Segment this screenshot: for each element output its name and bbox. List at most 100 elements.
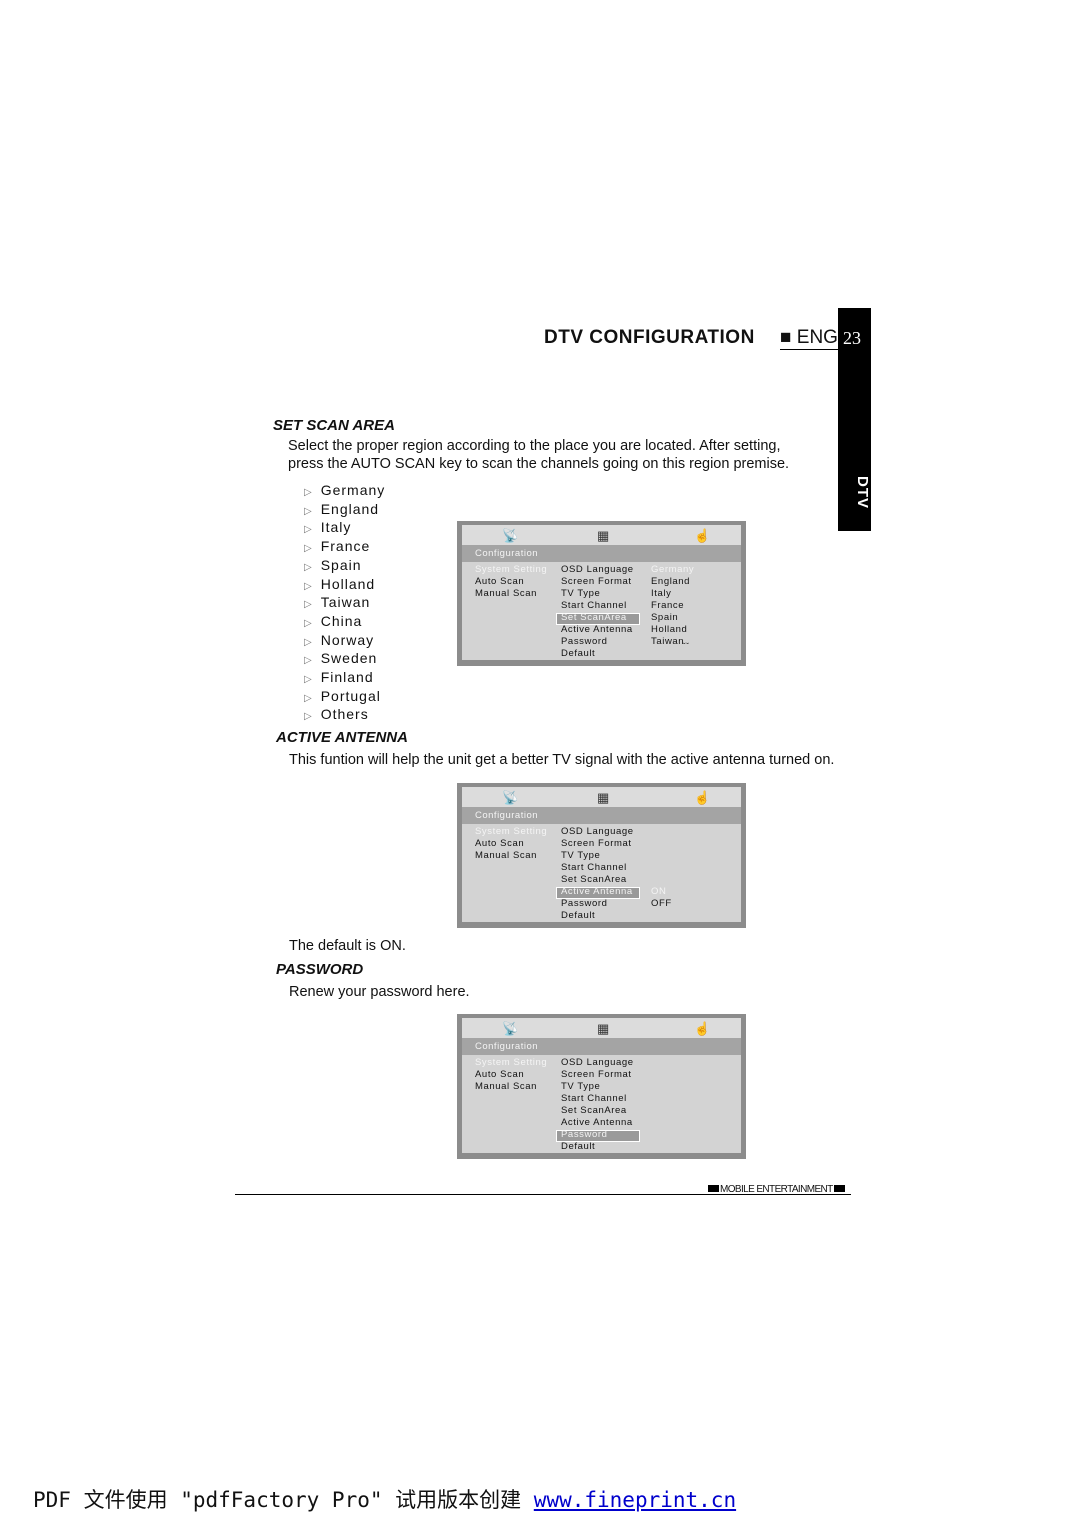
page-number: 23 [843, 328, 861, 348]
monitor-icon: ▦ [597, 1021, 610, 1036]
menu-value: OFF [651, 898, 672, 909]
triangle-bullet-icon: ▷ [304, 674, 313, 685]
menu-title-bar: Configuration [462, 1038, 741, 1055]
menu-option: Screen Format [561, 1069, 632, 1080]
menu-option: Active Antenna [561, 886, 633, 897]
menu-option: TV Type [561, 1081, 601, 1092]
brand-text: MOBILE ENTERTAINMENT [720, 1184, 833, 1195]
antenna-device-icon: 📡 [502, 790, 519, 805]
menu-title-bar: Configuration [462, 807, 741, 824]
menu-icon-bar: 📡 ▦ ☝ [462, 787, 741, 807]
paragraph: This funtion will help the unit get a be… [289, 752, 835, 768]
triangle-bullet-icon: ▷ [304, 561, 313, 573]
country-label: Italy [320, 519, 352, 536]
country-item: ▷ Taiwan [304, 594, 370, 610]
menu-option: OSD Language [561, 826, 634, 837]
menu-option: Default [561, 1141, 596, 1152]
country-item: ▷ Italy [304, 519, 351, 535]
menu-option: Set ScanArea [561, 612, 627, 623]
triangle-bullet-icon: ▷ [304, 655, 313, 667]
menu-value: Germany [651, 564, 695, 575]
country-label: Taiwan [320, 594, 371, 611]
menu-value: Spain [651, 612, 679, 623]
menu-title: Configuration [475, 1041, 539, 1052]
osd-menu-screenshot: 📡 ▦ ☝ Configuration System Setting Auto Scan M… [457, 1014, 746, 1159]
country-item: ▷ Others [304, 706, 369, 722]
osd-menu-screenshot: 📡 ▦ ☝ Configuration System Setting Auto Scan M… [457, 783, 746, 928]
triangle-bullet-icon: ▷ [304, 617, 313, 629]
menu-option: Start Channel [561, 600, 627, 611]
antenna-device-icon: 📡 [502, 528, 519, 543]
triangle-bullet-icon: ▷ [304, 711, 313, 723]
country-label: France [320, 538, 371, 555]
country-label: Holland [320, 575, 376, 592]
triangle-bullet-icon: ▷ [304, 543, 313, 555]
menu-category: Auto Scan [475, 838, 525, 849]
menu-value: France [651, 600, 685, 611]
menu-title: Configuration [475, 548, 539, 559]
language-label: ■ ENG [780, 327, 840, 350]
triangle-bullet-icon: ▷ [304, 636, 313, 648]
country-item: ▷ Finland [304, 669, 374, 685]
menu-value: Holland [651, 624, 688, 635]
paragraph: Select the proper region according to th… [288, 438, 781, 454]
menu-value: England [651, 576, 691, 587]
menu-option: Password [561, 898, 608, 909]
monitor-icon: ▦ [597, 790, 610, 805]
menu-category: Manual Scan [475, 1081, 538, 1092]
menu-icon-bar: 📡 ▦ ☝ [462, 1018, 741, 1038]
country-label: Others [320, 706, 369, 723]
watermark-text: PDF 文件使用 "pdfFactory Pro" 试用版本创建 [33, 1488, 534, 1512]
country-label: Portugal [320, 687, 381, 704]
country-item: ▷ England [304, 501, 379, 517]
country-item: ▷ France [304, 538, 370, 554]
menu-option: Active Antenna [561, 1117, 633, 1128]
triangle-bullet-icon: ▷ [304, 599, 313, 611]
triangle-bullet-icon: ▷ [304, 505, 313, 517]
triangle-bullet-icon: ▷ [304, 580, 313, 592]
osd-menu-screenshot: 📡 ▦ ☝ Configuration System Setting Auto Scan M… [457, 521, 746, 666]
country-item: ▷ Norway [304, 632, 374, 648]
triangle-bullet-icon: ▷ [304, 692, 313, 704]
menu-option: Password [561, 636, 608, 647]
menu-option: TV Type [561, 850, 601, 861]
country-item: ▷ China [304, 613, 362, 629]
menu-category: Manual Scan [475, 588, 538, 599]
menu-icon-bar: 📡 ▦ ☝ [462, 525, 741, 545]
hand-icon: ☝ [694, 790, 711, 805]
triangle-bullet-icon: ▷ [304, 524, 313, 536]
menu-option: TV Type [561, 588, 601, 599]
country-item: ▷ Portugal [304, 688, 381, 704]
watermark-link[interactable]: www.fineprint.cn [534, 1488, 736, 1512]
menu-option: Start Channel [561, 1093, 627, 1104]
menu-title-bar: Configuration [462, 545, 741, 562]
manual-page: DTV CONFIGURATION ■ ENG 23 DTV SET SCAN … [0, 0, 1080, 1528]
paragraph: Renew your password here. [289, 984, 470, 1000]
country-label: Spain [320, 556, 362, 573]
side-tab-label: DTV [854, 475, 871, 509]
hand-icon: ☝ [694, 1021, 711, 1036]
footer-brand: MOBILE ENTERTAINMENT [707, 1184, 846, 1195]
country-item: ▷ Spain [304, 557, 362, 573]
lang-text: ENG [796, 327, 838, 348]
menu-value: Taiwan [651, 636, 685, 647]
country-item: ▷ Holland [304, 576, 375, 592]
menu-option: Password [561, 1129, 608, 1140]
menu-option: Screen Format [561, 576, 632, 587]
paragraph: press the AUTO SCAN key to scan the chan… [288, 456, 790, 472]
country-label: Finland [320, 669, 374, 685]
menu-category: System Setting [475, 826, 548, 837]
country-label: China [320, 612, 363, 629]
country-label: Germany [320, 482, 386, 498]
menu-category: Auto Scan [475, 576, 525, 587]
menu-option: Default [561, 648, 596, 659]
menu-option: Default [561, 910, 596, 921]
menu-option: Start Channel [561, 862, 627, 873]
country-item: ▷ Sweden [304, 650, 377, 666]
scroll-down-icon: ˇˇ [683, 642, 690, 651]
antenna-device-icon: 📡 [502, 1021, 519, 1036]
hand-icon: ☝ [694, 528, 711, 543]
country-label: England [320, 500, 380, 517]
section-heading-active-antenna: ACTIVE ANTENNA [276, 729, 408, 746]
menu-option: Active Antenna [561, 624, 633, 635]
